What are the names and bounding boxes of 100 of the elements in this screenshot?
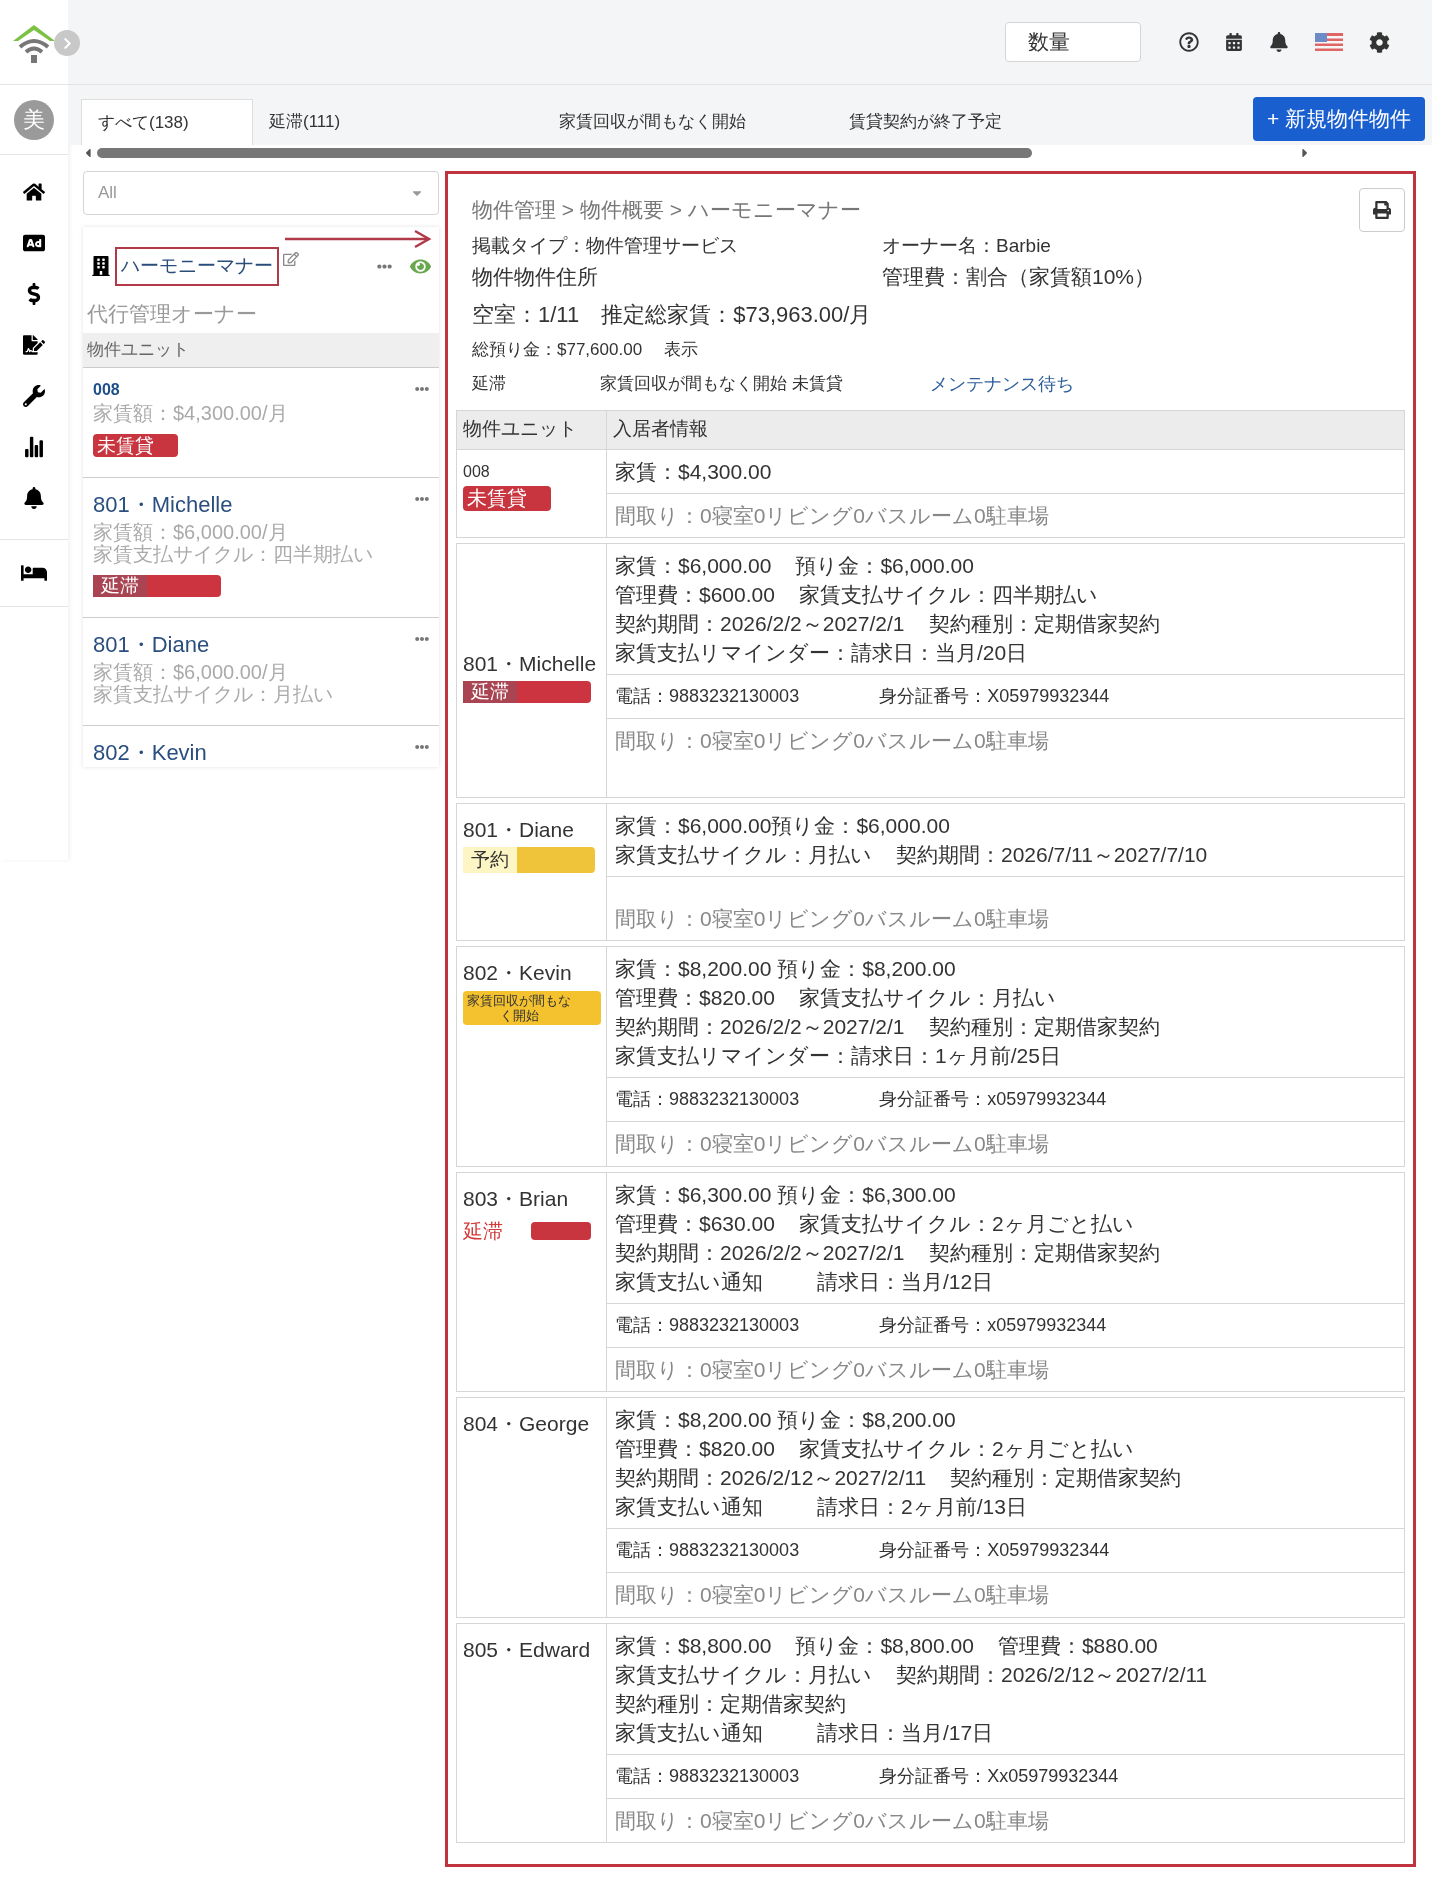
tenant-info: 契約種別：定期借家契約 bbox=[928, 1239, 1160, 1266]
tenant-info: 家賃支払サイクル：月払い bbox=[798, 985, 1056, 1011]
calendar-icon[interactable] bbox=[1225, 33, 1243, 51]
unit-name: 801・Michelle bbox=[463, 650, 598, 677]
unit-list-item[interactable]: 801・Michelle 家賃額：$6,000.00/月 家賃支払サイクル：四半期払い 延滞 bbox=[83, 477, 439, 618]
property-info: オーナー名：Barbie bbox=[882, 234, 1051, 258]
status-tag: 延滞 bbox=[93, 575, 221, 598]
tenant-info: 契約種別：定期借家契約 bbox=[950, 1465, 1182, 1491]
room-layout: 間取り：0寝室0リビング0バスルーム0駐車場 bbox=[615, 1357, 1049, 1381]
tenant-info: 家賃：$8,200.00 預り金：$8,200.00 bbox=[615, 1407, 956, 1433]
unit-name: 008 bbox=[463, 461, 491, 482]
print-icon bbox=[1373, 201, 1391, 219]
room-layout: 間取り：0寝室0リビング0バスルーム0駐車場 bbox=[615, 503, 1049, 527]
unit-name: 802・Kevin bbox=[463, 960, 573, 986]
unit-list-item[interactable]: 802・Kevin bbox=[83, 725, 439, 768]
contact-info: 電話：9883232130003 bbox=[615, 1088, 800, 1111]
filter-tab[interactable]: 延滞(111) bbox=[253, 99, 543, 145]
new-property-button[interactable]: + 新規物件物件 bbox=[1252, 97, 1425, 141]
column-header: 入居者情報 bbox=[612, 417, 709, 442]
contact-info: 身分証番号：x05979932344 bbox=[879, 1088, 1107, 1111]
tenant-info: 家賃支払サイクル：2ヶ月ごと払い bbox=[798, 1436, 1134, 1462]
tenant-info: 管理費：$820.00 bbox=[615, 1436, 775, 1462]
ad-icon[interactable] bbox=[23, 232, 45, 254]
room-layout: 間取り：0寝室0リビング0バスルーム0駐車場 bbox=[615, 1132, 1049, 1155]
tenant-info: 預り金：$6,000.00 bbox=[795, 553, 974, 579]
property-name[interactable]: ハーモニーマナー bbox=[115, 247, 279, 286]
flag-icon[interactable] bbox=[1315, 33, 1343, 51]
unit-detail: 家賃支払サイクル：四半期払い bbox=[93, 543, 374, 566]
unit-detail: 家賃支払サイクル：月払い bbox=[93, 683, 334, 706]
contact-info: 身分証番号：x05979932344 bbox=[879, 1313, 1107, 1337]
property-info: 物件物件住所 bbox=[472, 263, 599, 290]
tenant-info: 家賃：$8,800.00 bbox=[615, 1632, 772, 1659]
tenant-info: 契約期間：2026/2/12～2027/2/11 bbox=[615, 1465, 927, 1491]
bell-icon[interactable] bbox=[23, 487, 45, 509]
status-filter[interactable]: 延滞 bbox=[472, 370, 600, 398]
unit-name: 805・Edward bbox=[463, 1636, 592, 1663]
unit-detail: 家賃額：$4,300.00/月 bbox=[93, 401, 289, 424]
status-tag: 家賃回収が間もなく開始 bbox=[463, 990, 601, 1025]
status-tag: 延滞 bbox=[463, 681, 591, 703]
tenant-info: 契約期間：2026/7/11～2027/7/10 bbox=[896, 841, 1208, 868]
tenant-info: 契約期間：2026/2/2～2027/2/1 bbox=[615, 611, 905, 637]
units-heading: 物件ユニット bbox=[83, 333, 439, 367]
bar-chart-icon[interactable] bbox=[23, 436, 45, 458]
room-layout: 間取り：0寝室0リビング0バスルーム0駐車場 bbox=[615, 1583, 1049, 1606]
filter-tab[interactable]: 家賃回収が間もなく開始 bbox=[543, 99, 833, 145]
settings-icon[interactable] bbox=[1369, 31, 1390, 53]
contact-info: 電話：9883232130003 bbox=[615, 1764, 800, 1788]
unit-name: 801・Diane bbox=[463, 816, 575, 843]
tenant-info: 管理費：$880.00 bbox=[997, 1632, 1158, 1659]
tenant-info: 契約種別：定期借家契約 bbox=[928, 611, 1160, 637]
unit-name: 801・Diane bbox=[93, 631, 210, 660]
tenant-info: 契約種別：定期借家契約 bbox=[615, 1690, 846, 1717]
filter-tab[interactable]: 賃貸契約が終了予定 bbox=[833, 99, 1123, 145]
tenant-info: 家賃：$6,000.00 bbox=[615, 553, 772, 579]
bell-icon[interactable] bbox=[1269, 32, 1289, 52]
tenant-info: 家賃：$8,200.00 預り金：$8,200.00 bbox=[615, 956, 956, 982]
filter-tab[interactable]: すべて(138) bbox=[81, 99, 253, 145]
tenant-info: 家賃支払リマインダー：請求日：1ヶ月前/25日 bbox=[615, 1043, 1061, 1069]
show-link[interactable]: 表示 bbox=[664, 337, 699, 363]
tenant-info: 家賃支払サイクル：月払い bbox=[615, 1661, 872, 1688]
signed-document-icon[interactable] bbox=[23, 334, 45, 356]
tenant-info: 家賃支払い通知 bbox=[615, 1719, 764, 1746]
tenant-info: 預り金：$8,800.00 bbox=[795, 1632, 974, 1659]
print-button[interactable] bbox=[1359, 188, 1405, 232]
property-info: 管理費：割合（家賃額10%） bbox=[882, 263, 1156, 290]
property-info: 掲載タイプ：物件管理サービス bbox=[472, 234, 739, 258]
edit-icon[interactable] bbox=[283, 251, 299, 267]
status-text: 延滞 bbox=[463, 1219, 503, 1244]
unit-name: 801・Michelle bbox=[93, 491, 233, 520]
status-bar bbox=[531, 1222, 591, 1240]
tenant-info: 管理費：$820.00 bbox=[615, 985, 775, 1011]
status-tag: 未賃貸 bbox=[463, 485, 551, 511]
unit-name: 804・George bbox=[463, 1411, 591, 1437]
unit-list-item[interactable]: 801・Diane 家賃額：$6,000.00/月 家賃支払サイクル：月払い bbox=[83, 617, 439, 726]
status-link[interactable]: メンテナンス待ち bbox=[930, 370, 1074, 398]
status-tag: 予約 bbox=[463, 847, 595, 873]
unit-select[interactable]: 数量 bbox=[1005, 22, 1141, 62]
unit-detail: 家賃額：$6,000.00/月 bbox=[93, 521, 289, 544]
tenant-info: 家賃支払サイクル：四半期払い bbox=[798, 582, 1098, 608]
unit-list-item[interactable]: 008 家賃額：$4,300.00/月 未賃貸 bbox=[83, 366, 439, 478]
tenant-info: 家賃支払サイクル：月払い bbox=[615, 841, 872, 868]
tenant-info: 家賃支払い通知 bbox=[615, 1268, 764, 1295]
wrench-icon[interactable] bbox=[23, 385, 45, 407]
contact-info: 身分証番号：Xx05979932344 bbox=[879, 1764, 1119, 1788]
help-icon[interactable] bbox=[1179, 32, 1199, 52]
tenant-info: 家賃：$6,300.00 預り金：$6,300.00 bbox=[615, 1181, 956, 1208]
owner-type: 代行管理オーナー bbox=[86, 300, 258, 327]
unit-name: 008 bbox=[93, 379, 120, 400]
tenant-info: 契約期間：2026/2/12～2027/2/11 bbox=[896, 1661, 1208, 1688]
tenant-info: 請求日：当月/12日 bbox=[817, 1268, 994, 1295]
room-layout: 間取り：0寝室0リビング0バスルーム0駐車場 bbox=[615, 729, 1049, 752]
room-layout: 間取り：0寝室0リビング0バスルーム0駐車場 bbox=[615, 1808, 1049, 1832]
tenant-info: 管理費：$600.00 bbox=[615, 582, 775, 608]
tenant-info: 家賃支払い通知 bbox=[615, 1494, 764, 1520]
total-deposit: 総預り金：$77,600.00 bbox=[472, 339, 643, 361]
room-layout: 間取り：0寝室0リビング0バスルーム0駐車場 bbox=[615, 906, 1049, 930]
status-filter[interactable]: 家賃回収が間もなく開始 未賃貸 bbox=[600, 370, 930, 398]
home-icon[interactable] bbox=[23, 181, 45, 203]
tenant-info: 家賃：$6,000.00預り金：$6,000.00 bbox=[615, 812, 950, 839]
tenant-info: 管理費：$630.00 bbox=[615, 1210, 775, 1237]
